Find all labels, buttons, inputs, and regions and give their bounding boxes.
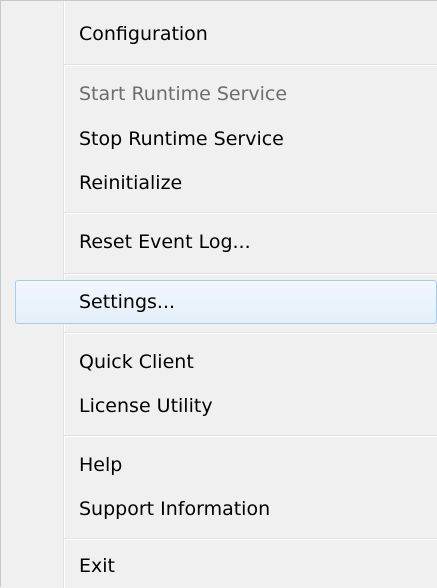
menu-item-settings[interactable]: Settings... — [15, 280, 437, 324]
menu-item-reset-event-log[interactable]: Reset Event Log... — [1, 220, 437, 264]
menu-item-label: Support Information — [79, 498, 271, 520]
menu-item-label: Settings... — [79, 291, 176, 313]
menu-item-label: Start Runtime Service — [79, 83, 288, 105]
menu-separator — [64, 273, 437, 275]
menu-item-quick-client[interactable]: Quick Client — [1, 340, 437, 384]
menu-item-label: Stop Runtime Service — [79, 128, 284, 150]
menu-item-start-runtime-service: Start Runtime Service — [1, 72, 437, 116]
menu-item-configuration[interactable]: Configuration — [1, 12, 437, 56]
menu-separator — [64, 212, 437, 214]
menu-separator — [64, 64, 437, 66]
menu-item-help[interactable]: Help — [1, 443, 437, 487]
menu-separator — [64, 435, 437, 437]
menu-item-label: Reinitialize — [79, 172, 183, 194]
menu-item-label: Configuration — [79, 23, 208, 45]
menu-item-label: License Utility — [79, 395, 213, 417]
menu-separator — [64, 332, 437, 334]
menu-item-label: Exit — [79, 555, 115, 577]
menu-item-label: Quick Client — [79, 351, 194, 373]
menu-separator — [64, 538, 437, 540]
menu-item-label: Reset Event Log... — [79, 231, 251, 253]
menu-item-stop-runtime-service[interactable]: Stop Runtime Service — [1, 117, 437, 161]
menu-item-label: Help — [79, 454, 123, 476]
menu-item-support-information[interactable]: Support Information — [1, 487, 437, 531]
menu-item-exit[interactable]: Exit — [1, 544, 437, 588]
menu-item-license-utility[interactable]: License Utility — [1, 384, 437, 428]
context-menu: Configuration Start Runtime Service Stop… — [0, 0, 437, 588]
menu-item-reinitialize[interactable]: Reinitialize — [1, 161, 437, 205]
